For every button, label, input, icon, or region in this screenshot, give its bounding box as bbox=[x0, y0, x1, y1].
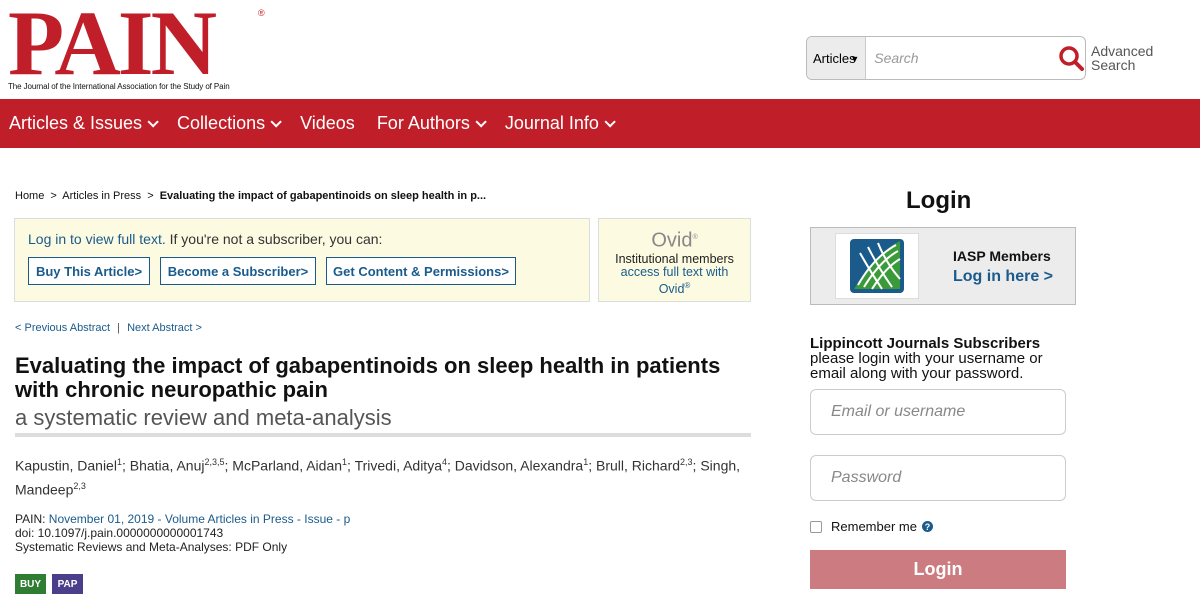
author-affiliation: 4 bbox=[441, 457, 447, 467]
ovid-institutional-text: Institutional members bbox=[615, 251, 734, 266]
nav-item-label: Videos bbox=[300, 113, 355, 133]
author-name[interactable]: McParland, Aidan bbox=[232, 458, 342, 474]
buy-article-button[interactable]: Buy This Article > bbox=[28, 257, 150, 285]
ovid-access-registered: ® bbox=[684, 280, 691, 290]
iasp-members-label: IASP Members bbox=[953, 248, 1051, 264]
remember-me-checkbox[interactable] bbox=[810, 520, 822, 533]
access-options-box: Log in to view full text. If you're not … bbox=[14, 218, 590, 302]
breadcrumb-separator: > bbox=[50, 190, 57, 202]
search-input[interactable] bbox=[866, 37, 1057, 79]
get-content-permissions-button[interactable]: Get Content & Permissions > bbox=[326, 257, 516, 285]
article-doi: doi: 10.1097/j.pain.0000000000001743 bbox=[15, 526, 224, 540]
login-to-view-link[interactable]: Log in to view full text. bbox=[28, 231, 166, 247]
lippincott-login-instructions: please login with your username or email… bbox=[810, 350, 1043, 382]
logo-wordmark: PAIN bbox=[8, 0, 217, 94]
issue-link[interactable]: November 01, 2019 - Volume Articles in P… bbox=[49, 512, 350, 526]
chevron-right-icon: > bbox=[300, 263, 309, 279]
search-bar: Articles ▼ bbox=[806, 36, 1086, 80]
article-meta: PAIN: November 01, 2019 - Volume Article… bbox=[15, 512, 350, 554]
abstract-nav-divider: | bbox=[117, 322, 120, 334]
author-affiliation: 1 bbox=[342, 457, 348, 467]
login-heading: Login bbox=[906, 187, 972, 214]
become-subscriber-button[interactable]: Become a Subscriber > bbox=[160, 257, 316, 285]
nav-articles-issues[interactable]: Articles & Issues bbox=[9, 113, 159, 134]
title-divider bbox=[15, 433, 751, 437]
buy-badge[interactable]: BUY bbox=[15, 574, 46, 594]
author-name[interactable]: Davidson, Alexandra bbox=[455, 458, 583, 474]
nav-journal-info[interactable]: Journal Info bbox=[504, 113, 616, 134]
remember-me-label[interactable]: Remember me bbox=[831, 519, 917, 534]
ovid-access-name: Ovid bbox=[658, 281, 685, 296]
ovid-logo: Ovid® bbox=[599, 228, 750, 251]
author-name[interactable]: Bhatia, Anuj bbox=[130, 458, 205, 474]
iasp-globe-icon bbox=[850, 239, 904, 293]
chevron-down-icon bbox=[147, 115, 159, 128]
breadcrumb: Home > Articles in Press > Evaluating th… bbox=[15, 190, 486, 202]
nav-collections[interactable]: Collections bbox=[177, 113, 282, 134]
author-affiliation: 2,3 bbox=[73, 480, 86, 491]
author-name[interactable]: Kapustin, Daniel bbox=[15, 458, 117, 474]
nav-item-label: Collections bbox=[177, 113, 266, 133]
buy-article-label: Buy This Article bbox=[35, 263, 135, 279]
search-type-select[interactable]: Articles ▼ bbox=[807, 37, 867, 79]
ovid-access-box[interactable]: Ovid® Institutional members access full … bbox=[598, 218, 751, 302]
author-name[interactable]: Trivedi, Aditya bbox=[355, 458, 442, 474]
nav-item-label: For Authors bbox=[376, 113, 470, 133]
author-affiliation: 1 bbox=[116, 457, 122, 467]
search-type-label: Articles bbox=[813, 50, 856, 66]
chevron-right-icon: > bbox=[134, 263, 143, 279]
chevron-right-icon: > bbox=[501, 263, 509, 279]
author-affiliation: 2,3,5 bbox=[204, 457, 225, 467]
get-content-permissions-label: Get Content & Permissions bbox=[333, 263, 502, 279]
chevron-down-icon bbox=[475, 115, 487, 128]
ovid-access-link[interactable]: access full text with Ovid® bbox=[599, 264, 750, 296]
main-nav: Articles & Issues Collections Videos For… bbox=[0, 99, 1200, 148]
author-affiliation: 2,3 bbox=[680, 457, 693, 467]
help-icon[interactable]: ? bbox=[921, 521, 933, 532]
caret-down-icon: ▼ bbox=[850, 54, 860, 64]
ovid-registered-mark: ® bbox=[692, 234, 698, 241]
advanced-search-link[interactable]: Advanced Search bbox=[1091, 44, 1161, 72]
article-type: Systematic Reviews and Meta-Analyses: PD… bbox=[15, 540, 288, 554]
access-message: Log in to view full text. If you're not … bbox=[28, 231, 382, 247]
abstract-navigation: < Previous Abstract | Next Abstract > bbox=[15, 322, 202, 334]
remember-me-row: Remember me ? bbox=[810, 519, 933, 534]
article-subtitle: a systematic review and meta-analysis bbox=[15, 405, 392, 430]
breadcrumb-current: Evaluating the impact of gabapentinoids … bbox=[159, 190, 487, 202]
become-subscriber-label: Become a Subscriber bbox=[167, 263, 301, 279]
nav-videos[interactable]: Videos bbox=[300, 113, 355, 134]
pap-badge[interactable]: PAP bbox=[52, 574, 83, 594]
nav-item-label: Articles & Issues bbox=[9, 113, 143, 133]
breadcrumb-separator: > bbox=[147, 190, 154, 202]
ovid-logo-text: Ovid bbox=[651, 229, 693, 252]
logo-registered-mark: ® bbox=[258, 8, 265, 18]
breadcrumb-home[interactable]: Home bbox=[15, 190, 44, 202]
iasp-login-link[interactable]: Log in here > bbox=[953, 268, 1053, 286]
author-list: Kapustin, Daniel1; Bhatia, Anuj2,3,5; Mc… bbox=[15, 457, 741, 498]
journal-label: PAIN: bbox=[15, 512, 46, 526]
search-button[interactable] bbox=[1056, 37, 1085, 79]
access-message-text: If you're not a subscriber, you can: bbox=[165, 231, 383, 247]
email-field[interactable] bbox=[810, 389, 1066, 435]
logo-tagline: The Journal of the International Associa… bbox=[8, 82, 230, 91]
chevron-down-icon bbox=[270, 115, 282, 128]
ovid-access-line: access full text with bbox=[620, 264, 729, 279]
nav-for-authors[interactable]: For Authors bbox=[376, 113, 487, 134]
login-button[interactable]: Login bbox=[810, 550, 1066, 589]
iasp-login-box[interactable]: IASP Members Log in here > bbox=[810, 227, 1076, 305]
next-abstract-link[interactable]: Next Abstract > bbox=[127, 322, 202, 334]
author-affiliation: 1 bbox=[583, 457, 589, 467]
author-name[interactable]: Brull, Richard bbox=[596, 458, 680, 474]
password-field[interactable] bbox=[810, 455, 1066, 501]
breadcrumb-articles-in-press[interactable]: Articles in Press bbox=[62, 190, 141, 202]
search-icon bbox=[1058, 46, 1084, 71]
iasp-logo bbox=[835, 233, 919, 299]
previous-abstract-link[interactable]: < Previous Abstract bbox=[15, 322, 110, 334]
nav-item-label: Journal Info bbox=[504, 113, 599, 133]
article-title: Evaluating the impact of gabapentinoids … bbox=[15, 353, 721, 402]
chevron-down-icon bbox=[604, 115, 616, 128]
journal-logo[interactable]: PAIN ® The Journal of the International … bbox=[8, 0, 270, 94]
